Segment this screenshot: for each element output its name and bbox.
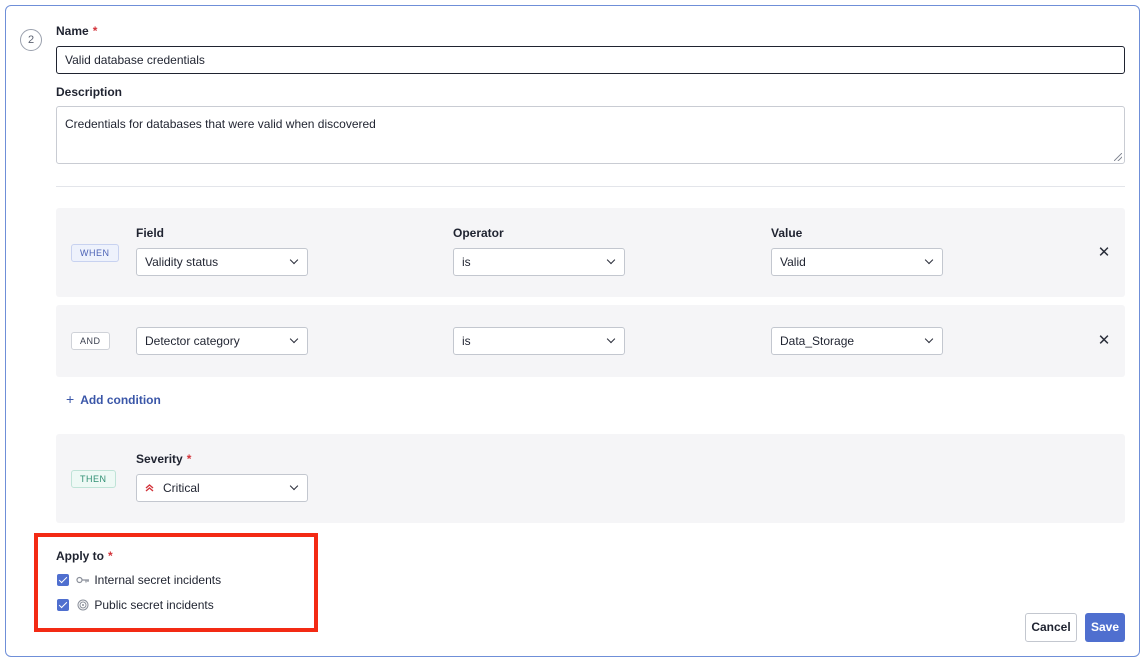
description-text: Credentials for databases that were vali… bbox=[65, 117, 376, 131]
remove-condition-close-icon[interactable]: ✕ bbox=[1097, 333, 1111, 348]
chevron-down-icon bbox=[289, 481, 299, 491]
apply-to-label: Apply to * bbox=[56, 549, 113, 563]
operator-select-value: is bbox=[462, 334, 471, 348]
resize-handle-icon[interactable] bbox=[1114, 153, 1122, 161]
chevron-down-icon bbox=[606, 334, 616, 344]
internal-incidents-checkbox[interactable] bbox=[57, 573, 69, 586]
step-number: 2 bbox=[20, 29, 42, 51]
operator-select-value: is bbox=[462, 255, 471, 269]
field-select[interactable]: Validity status bbox=[136, 248, 308, 276]
chevron-down-icon bbox=[289, 334, 299, 344]
key-icon bbox=[76, 574, 90, 586]
save-button[interactable]: Save bbox=[1085, 613, 1125, 642]
section-divider bbox=[56, 186, 1125, 187]
severity-label-text: Severity bbox=[136, 452, 183, 466]
field-select[interactable]: Detector category bbox=[136, 327, 308, 355]
apply-to-label-text: Apply to bbox=[56, 549, 104, 563]
public-incidents-checkbox[interactable] bbox=[57, 598, 69, 611]
double-chevron-up-icon bbox=[145, 477, 155, 503]
operator-column-label: Operator bbox=[453, 226, 504, 240]
required-marker: * bbox=[186, 452, 192, 466]
severity-select[interactable]: Critical bbox=[136, 474, 308, 502]
radar-icon bbox=[76, 599, 90, 611]
and-tag: AND bbox=[71, 332, 110, 350]
name-input[interactable]: Valid database credentials bbox=[56, 46, 1125, 74]
value-select-value: Data_Storage bbox=[780, 334, 855, 348]
chevron-down-icon bbox=[924, 334, 934, 344]
internal-incidents-option[interactable]: Internal secret incidents bbox=[57, 572, 222, 587]
field-column-label: Field bbox=[136, 226, 165, 240]
cancel-button[interactable]: Cancel bbox=[1025, 613, 1077, 642]
chevron-down-icon bbox=[606, 255, 616, 265]
when-tag: WHEN bbox=[71, 244, 119, 262]
value-select[interactable]: Valid bbox=[771, 248, 943, 276]
value-column-label: Value bbox=[771, 226, 803, 240]
operator-select[interactable]: is bbox=[453, 248, 625, 276]
required-marker: * bbox=[92, 24, 98, 38]
chevron-down-icon bbox=[289, 255, 299, 265]
add-condition-button[interactable]: + Add condition bbox=[66, 391, 161, 407]
remove-condition-close-icon[interactable]: ✕ bbox=[1097, 245, 1111, 260]
name-label-text: Name bbox=[56, 24, 89, 38]
severity-label: Severity * bbox=[136, 452, 191, 466]
field-select-value: Detector category bbox=[145, 334, 240, 348]
operator-select[interactable]: is bbox=[453, 327, 625, 355]
public-incidents-label: Public secret incidents bbox=[94, 597, 214, 612]
value-select[interactable]: Data_Storage bbox=[771, 327, 943, 355]
value-select-value: Valid bbox=[780, 255, 806, 269]
field-select-value: Validity status bbox=[145, 255, 219, 269]
chevron-down-icon bbox=[924, 255, 934, 265]
add-condition-label: Add condition bbox=[80, 393, 161, 407]
then-tag: THEN bbox=[71, 470, 116, 488]
name-label: Name * bbox=[56, 24, 97, 38]
internal-incidents-label: Internal secret incidents bbox=[94, 572, 222, 587]
description-label: Description bbox=[56, 85, 123, 99]
plus-icon: + bbox=[66, 391, 75, 407]
description-textarea[interactable]: Credentials for databases that were vali… bbox=[56, 106, 1125, 164]
required-marker: * bbox=[108, 549, 113, 563]
public-incidents-option[interactable]: Public secret incidents bbox=[57, 597, 214, 612]
severity-select-value: Critical bbox=[163, 481, 200, 495]
